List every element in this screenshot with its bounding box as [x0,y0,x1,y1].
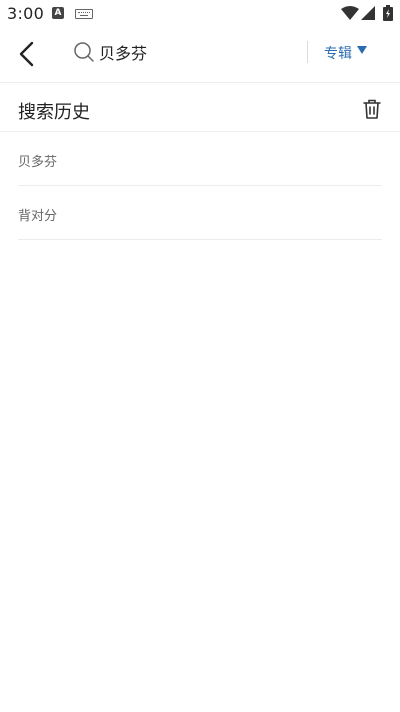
history-item-label: 贝多芬 [18,155,58,170]
status-time: 3:00 [7,4,45,23]
caret-down-icon [357,46,367,54]
history-item[interactable]: 贝多芬 [18,132,382,186]
clear-history-button[interactable] [360,97,384,121]
search-history-title: 搜索历史 [18,102,90,123]
history-item-label: 背对分 [18,209,58,224]
search-header: 专辑 [0,28,400,83]
a-notification-icon: A [52,7,64,19]
category-dropdown[interactable]: 专辑 [318,38,378,66]
search-input[interactable] [99,38,294,66]
header-divider [307,41,308,63]
back-arrow-icon [19,41,34,67]
wifi-icon [341,6,359,20]
status-bar: 3:00 A [0,0,400,28]
trash-icon [363,99,381,119]
search-icon [74,42,94,62]
history-item[interactable]: 背对分 [18,186,382,240]
battery-icon [383,5,393,21]
keyboard-icon [75,9,93,19]
search-history-header: 搜索历史 [0,83,400,132]
search-screen: 3:00 A 专辑 [0,0,400,712]
signal-icon [361,6,375,20]
category-label: 专辑 [324,46,352,62]
search-history-list: 贝多芬 背对分 [18,132,382,240]
back-button[interactable] [10,36,46,72]
